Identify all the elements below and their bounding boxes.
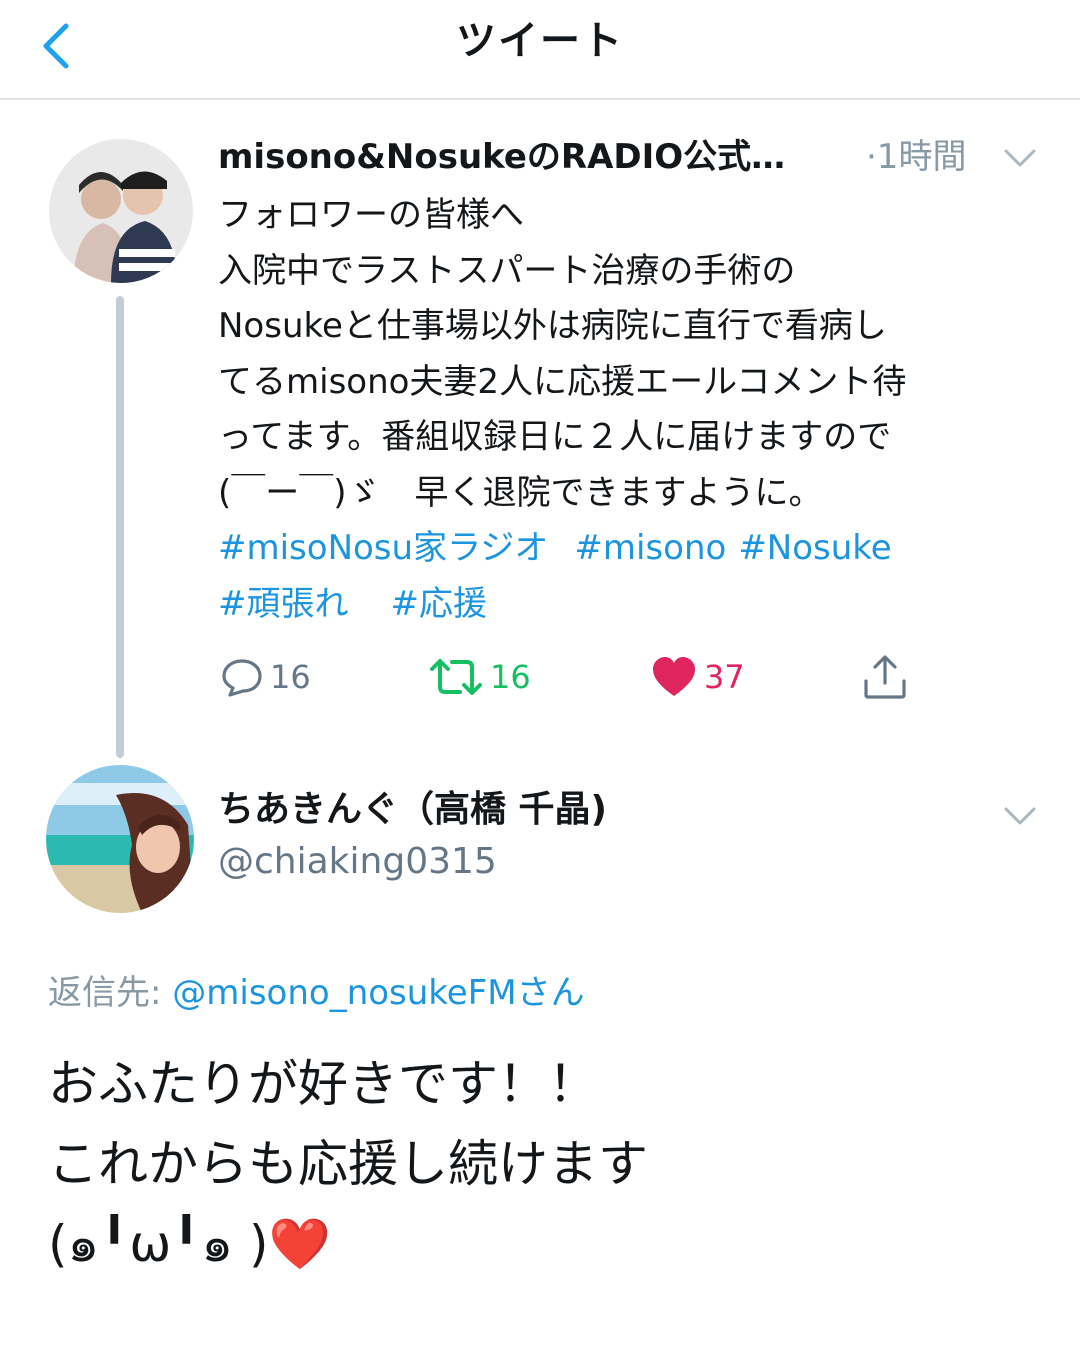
- chevron-down-icon[interactable]: [1002, 804, 1038, 828]
- tweet-text-line: 入院中でラストスパート治療の手術の: [218, 250, 796, 291]
- like-button[interactable]: 37: [650, 652, 745, 702]
- avatar[interactable]: [49, 139, 193, 283]
- chevron-down-icon[interactable]: [1002, 146, 1038, 170]
- hashtag-row: #misoNosu家ラジオ #misono #Nosuke: [218, 521, 1058, 577]
- reply-text-line: (๑╹ω╹๑ )❤️: [48, 1215, 331, 1273]
- thread-connector-line: [116, 296, 124, 758]
- tweet-text: フォロワーの皆様へ 入院中でラストスパート治療の手術の Nosukeと仕事場以外…: [218, 188, 1058, 632]
- hashtag-link[interactable]: #misono: [574, 528, 726, 568]
- hashtag-link[interactable]: #Nosuke: [738, 528, 891, 568]
- hashtag-link[interactable]: #頑張れ: [218, 584, 349, 624]
- top-bar: ツイート: [0, 0, 1080, 100]
- reply-count: 16: [270, 658, 311, 696]
- heart-icon: [653, 657, 695, 696]
- tweet-text-line: ってます。番組収録日に２人に届けますので: [218, 417, 892, 457]
- tweet-timestamp: ·1時間: [866, 137, 967, 177]
- replying-to: 返信先: @misono_nosukeFMさん: [48, 970, 585, 1016]
- avatar[interactable]: [46, 765, 194, 913]
- reply-author-name[interactable]: ちあきんぐ（高橋 千晶): [218, 786, 607, 834]
- reply-icon: [222, 659, 262, 697]
- hashtag-link[interactable]: #misoNosu家ラジオ: [218, 528, 548, 568]
- retweet-icon: [430, 659, 482, 695]
- share-icon: [864, 655, 906, 699]
- retweet-button[interactable]: 16: [428, 652, 531, 702]
- tweet-text-line: てるmisono夫妻2人に応援エールコメント待: [218, 361, 907, 402]
- reply-button[interactable]: 16: [220, 652, 311, 702]
- reply-text-line: これからも応援し続けます: [48, 1135, 648, 1193]
- like-count: 37: [704, 658, 745, 696]
- hashtag-row: #頑張れ #応援: [218, 577, 1058, 633]
- share-button[interactable]: [860, 652, 910, 702]
- tweet-author-name[interactable]: misono&NosukeのRADIO公式…: [218, 134, 785, 180]
- replying-to-handle[interactable]: @misono_nosukeFMさん: [172, 973, 584, 1013]
- reply-text-line: おふたりが好きです！！: [48, 1055, 598, 1113]
- hashtag-link[interactable]: #応援: [391, 584, 488, 624]
- replying-to-label: 返信先:: [48, 973, 173, 1013]
- retweet-count: 16: [490, 658, 531, 696]
- reply-author-handle[interactable]: @chiaking0315: [218, 838, 497, 886]
- page-title: ツイート: [456, 18, 624, 64]
- reply-text: おふたりが好きです！！ これからも応援し続けます (๑╹ω╹๑ )❤️: [48, 1044, 1048, 1284]
- tweet-text-line: (￣ー￣)ゞ 早く退院できますように。: [218, 472, 823, 513]
- tweet-text-line: フォロワーの皆様へ: [218, 195, 524, 235]
- tweet-text-line: Nosukeと仕事場以外は病院に直行で看病し: [218, 306, 887, 346]
